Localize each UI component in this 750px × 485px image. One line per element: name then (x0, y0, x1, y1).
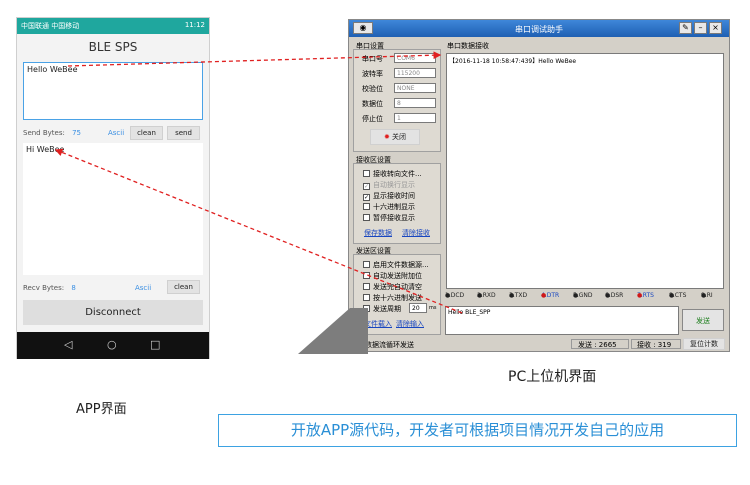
databits-label: 数据位 (362, 100, 383, 108)
clock-text: 11:12 (184, 21, 205, 29)
recv-bytes-value: 8 (71, 284, 76, 292)
recv-settings-group: 接收转向文件... ✓ 自动换行显示 ✓ 显示接收时间 十六进制显示 暂停接收显示 … (353, 163, 441, 244)
stopbits-label: 停止位 (362, 115, 383, 123)
show-time-checkbox[interactable]: ✓ 显示接收时间 (363, 191, 415, 201)
send-ascii-toggle[interactable]: Ascii (108, 129, 124, 137)
recv-to-file-checkbox[interactable]: 接收转向文件... (363, 169, 422, 179)
stopbits-select[interactable]: 1 (394, 113, 436, 123)
receive-area[interactable]: Hi WeBee (23, 143, 203, 275)
clear-input-link[interactable]: 清除输入 (396, 319, 424, 329)
app-caption: APP界面 (76, 402, 127, 417)
save-data-link[interactable]: 保存数据 (364, 228, 392, 238)
recv-area-title: 串口数据接收 (447, 42, 489, 50)
port-select[interactable]: COM6 (394, 53, 436, 63)
home-icon[interactable]: ○ (107, 338, 117, 351)
disconnect-button[interactable]: Disconnect (23, 300, 203, 325)
send-input[interactable]: Hello WeBee (23, 62, 203, 120)
window-title: 串口调试助手 (515, 25, 563, 34)
clear-recv-link[interactable]: 清除接收 (402, 228, 430, 238)
period-input[interactable]: 20 (409, 303, 427, 313)
port-label: 串口号 (362, 55, 383, 63)
recv-bytes-label: Recv Bytes: 8 (23, 284, 76, 292)
parity-label: 校验位 (362, 85, 383, 93)
status-bar: ↻ 数据流循环发送 发送 : 2665 接收 : 319 复位计数 (349, 338, 729, 351)
send-clean-button[interactable]: clean (130, 126, 163, 140)
phone-screen: 中国联通 中国移动 11:12 BLE SPS Hello WeBee Send… (16, 17, 210, 359)
pc-caption: PC上位机界面 (508, 369, 597, 385)
period-unit: ms (429, 305, 437, 311)
serial-assistant-window: 串口调试助手 ◉ ✎ – × 串口设置 串口号 COM6 波特率 115200 … (348, 19, 730, 352)
app-title: BLE SPS (88, 40, 138, 54)
serial-send-button[interactable]: 发送 (682, 309, 724, 331)
send-bytes-value: 75 (72, 129, 82, 137)
auto-wrap-checkbox[interactable]: ✓ 自动换行显示 (363, 180, 415, 190)
port-settings-group: 串口号 COM6 波特率 115200 校验位 NONE 数据位 8 停止位 1… (353, 49, 441, 152)
send-button[interactable]: send (167, 126, 200, 140)
recv-count: 接收 : 319 (631, 339, 681, 349)
pause-display-checkbox[interactable]: 暂停接收显示 (363, 213, 415, 223)
auto-append-checkbox[interactable]: 自动发送附加位 (363, 271, 422, 281)
pin-status-row: 1.DCD ● 2.RXD ● 3.TXD ● 4.DTR ● 5.GND ● 6.DSR… (445, 292, 713, 299)
recents-icon[interactable]: □ (150, 338, 160, 351)
close-port-button[interactable]: ✹ 关闭 (370, 129, 420, 145)
status-lamp-icon: ✹ (383, 133, 390, 141)
sent-count: 发送 : 2665 (571, 339, 629, 349)
baud-select[interactable]: 115200 (394, 68, 436, 78)
hex-display-checkbox[interactable]: 十六进制显示 (363, 202, 415, 212)
baud-label: 波特率 (362, 70, 383, 78)
window-menu-icon[interactable]: ◉ (353, 22, 373, 34)
hex-send-checkbox[interactable]: 按十六进制发送 (363, 293, 422, 303)
callout-wedge (298, 308, 368, 354)
back-icon[interactable]: ◁ (64, 338, 72, 351)
serial-recv-area[interactable]: 【2016-11-18 10:58:47:439】Hello WeBee (446, 53, 724, 289)
open-source-banner: 开放APP源代码，开发者可根据项目情况开发自己的应用 (218, 414, 737, 447)
send-bytes-label: Send Bytes: 75 (23, 129, 82, 137)
serial-send-input[interactable]: Hello BLE_SPP (445, 306, 679, 335)
window-titlebar: 串口调试助手 ◉ ✎ – × (349, 20, 729, 37)
reset-count-button[interactable]: 复位计数 (683, 338, 725, 350)
auto-clear-checkbox[interactable]: 发送完自动清空 (363, 282, 422, 292)
nav-bar: ◁ ○ □ (17, 332, 209, 359)
pin-icon[interactable]: ✎ (679, 22, 692, 34)
recv-ascii-toggle[interactable]: Ascii (135, 284, 151, 292)
parity-select[interactable]: NONE (394, 83, 436, 93)
minimize-icon[interactable]: – (694, 22, 707, 34)
recv-clean-button[interactable]: clean (167, 280, 200, 294)
status-bar: 中国联通 中国移动 11:12 (17, 18, 209, 34)
file-source-checkbox[interactable]: 启用文件数据源... (363, 260, 429, 270)
databits-select[interactable]: 8 (394, 98, 436, 108)
close-icon[interactable]: × (709, 22, 722, 34)
carrier-text: 中国联通 中国移动 (21, 22, 80, 30)
